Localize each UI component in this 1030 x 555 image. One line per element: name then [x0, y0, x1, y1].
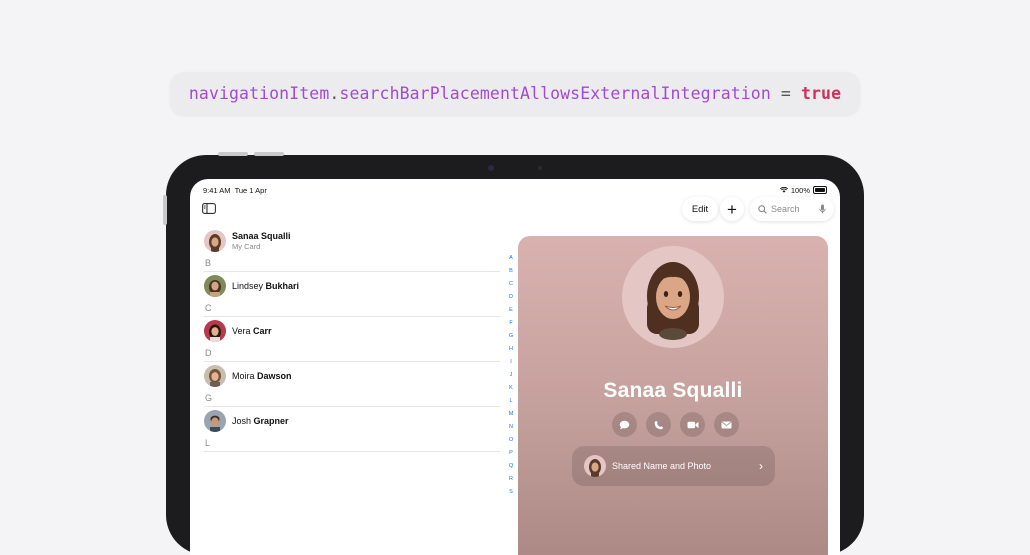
code-value: true	[800, 84, 842, 103]
front-camera	[488, 165, 494, 171]
mic-icon[interactable]	[819, 204, 826, 214]
memoji-avatar	[647, 262, 699, 340]
volume-button	[218, 152, 248, 156]
message-icon	[619, 420, 630, 429]
contact-first-name: Moira	[232, 371, 258, 381]
contact-last-name: Carr	[253, 326, 272, 336]
index-letter[interactable]: S	[509, 486, 513, 499]
contact-first-name: Vera	[232, 326, 254, 336]
code-dot: .	[329, 84, 340, 103]
section-header: G	[205, 393, 213, 403]
my-card-name: Sanaa Squalli	[232, 231, 291, 241]
shared-name-photo-row[interactable]: Shared Name and Photo ›	[572, 446, 775, 486]
sidebar-toggle-button[interactable]	[198, 197, 220, 219]
camera-sensor	[538, 166, 542, 170]
battery-icon	[813, 186, 827, 194]
phone-icon	[654, 420, 663, 429]
code-property: searchBarPlacementAllowsExternalIntegrat…	[339, 84, 771, 103]
index-letter[interactable]: O	[509, 434, 513, 447]
edit-button[interactable]: Edit	[682, 197, 718, 221]
index-letter[interactable]: M	[509, 408, 514, 421]
mail-button[interactable]	[714, 412, 739, 437]
index-letter[interactable]: P	[509, 447, 513, 460]
screen: 9:41 AM Tue 1 Apr 100% Edit + Search San…	[190, 179, 840, 555]
section-header: C	[205, 303, 212, 313]
code-snippet: navigationItem. searchBarPlacementAllowsE…	[170, 72, 860, 115]
chevron-right-icon: ›	[759, 459, 763, 473]
avatar	[204, 320, 226, 342]
contact-last-name: Dawson	[257, 371, 292, 381]
index-letter[interactable]: J	[510, 369, 513, 382]
contact-actions	[612, 412, 739, 437]
contact-photo	[622, 246, 724, 348]
contact-first-name: Lindsey	[232, 281, 266, 291]
wifi-icon	[779, 187, 788, 193]
section-header: D	[205, 348, 212, 358]
contact-last-name: Grapner	[253, 416, 289, 426]
index-letter[interactable]: A	[509, 252, 513, 265]
power-button	[163, 195, 167, 225]
index-letter[interactable]: R	[509, 473, 513, 486]
contact-list: Sanaa Squalli My Card B Lindsey Bukhari …	[204, 227, 500, 480]
index-letter[interactable]: I	[510, 356, 512, 369]
search-input[interactable]	[771, 204, 815, 214]
search-field[interactable]	[750, 197, 834, 221]
contact-last-name: Bukhari	[265, 281, 300, 291]
volume-button	[254, 152, 284, 156]
contact-detail-card: Sanaa Squalli Shared Name and Photo ›	[518, 236, 828, 555]
code-receiver: navigationItem	[188, 84, 330, 103]
index-letter[interactable]: K	[509, 382, 513, 395]
code-operator: =	[770, 84, 801, 103]
search-icon	[758, 204, 767, 214]
my-card-subtitle: My Card	[232, 242, 261, 251]
my-card-row[interactable]: Sanaa Squalli My Card	[204, 227, 500, 255]
avatar	[204, 230, 226, 252]
contact-row[interactable]: Josh Grapner	[204, 406, 500, 435]
avatar	[204, 365, 226, 387]
section-header: L	[205, 438, 211, 448]
add-contact-button[interactable]: +	[720, 197, 744, 221]
sidebar-icon	[202, 202, 216, 214]
shared-name-photo-label: Shared Name and Photo	[612, 461, 712, 471]
status-time: 9:41 AM	[203, 185, 231, 195]
index-letter[interactable]: B	[509, 265, 513, 278]
index-letter[interactable]: N	[509, 421, 513, 434]
contact-row[interactable]	[204, 451, 500, 480]
video-call-button[interactable]	[680, 412, 705, 437]
mail-icon	[721, 421, 732, 428]
avatar	[204, 410, 226, 432]
battery-percent: 100%	[790, 185, 810, 195]
index-letter[interactable]: H	[509, 343, 513, 356]
contact-name-heading: Sanaa Squalli	[603, 379, 743, 402]
avatar	[204, 275, 226, 297]
contact-row[interactable]: Moira Dawson	[204, 361, 500, 390]
index-letter[interactable]: G	[509, 330, 513, 343]
video-icon	[687, 421, 698, 428]
call-button[interactable]	[646, 412, 671, 437]
avatar	[584, 455, 606, 477]
index-letter[interactable]: L	[509, 395, 512, 408]
status-bar: 9:41 AM Tue 1 Apr 100%	[203, 184, 827, 196]
section-header: B	[205, 258, 212, 268]
contact-first-name: Josh	[232, 416, 254, 426]
status-date: Tue 1 Apr	[234, 185, 267, 195]
message-button[interactable]	[612, 412, 637, 437]
ipad-device: 9:41 AM Tue 1 Apr 100% Edit + Search San…	[163, 152, 864, 555]
index-letter[interactable]: C	[509, 278, 513, 291]
alphabet-index[interactable]: A B C D E F G H I J K L M N O P Q R S	[508, 252, 514, 499]
index-letter[interactable]: D	[509, 291, 513, 304]
index-letter[interactable]: Q	[509, 460, 513, 473]
index-letter[interactable]: F	[509, 317, 512, 330]
contact-row[interactable]: Lindsey Bukhari	[204, 271, 500, 300]
contact-row[interactable]: Vera Carr	[204, 316, 500, 345]
index-letter[interactable]: E	[509, 304, 513, 317]
